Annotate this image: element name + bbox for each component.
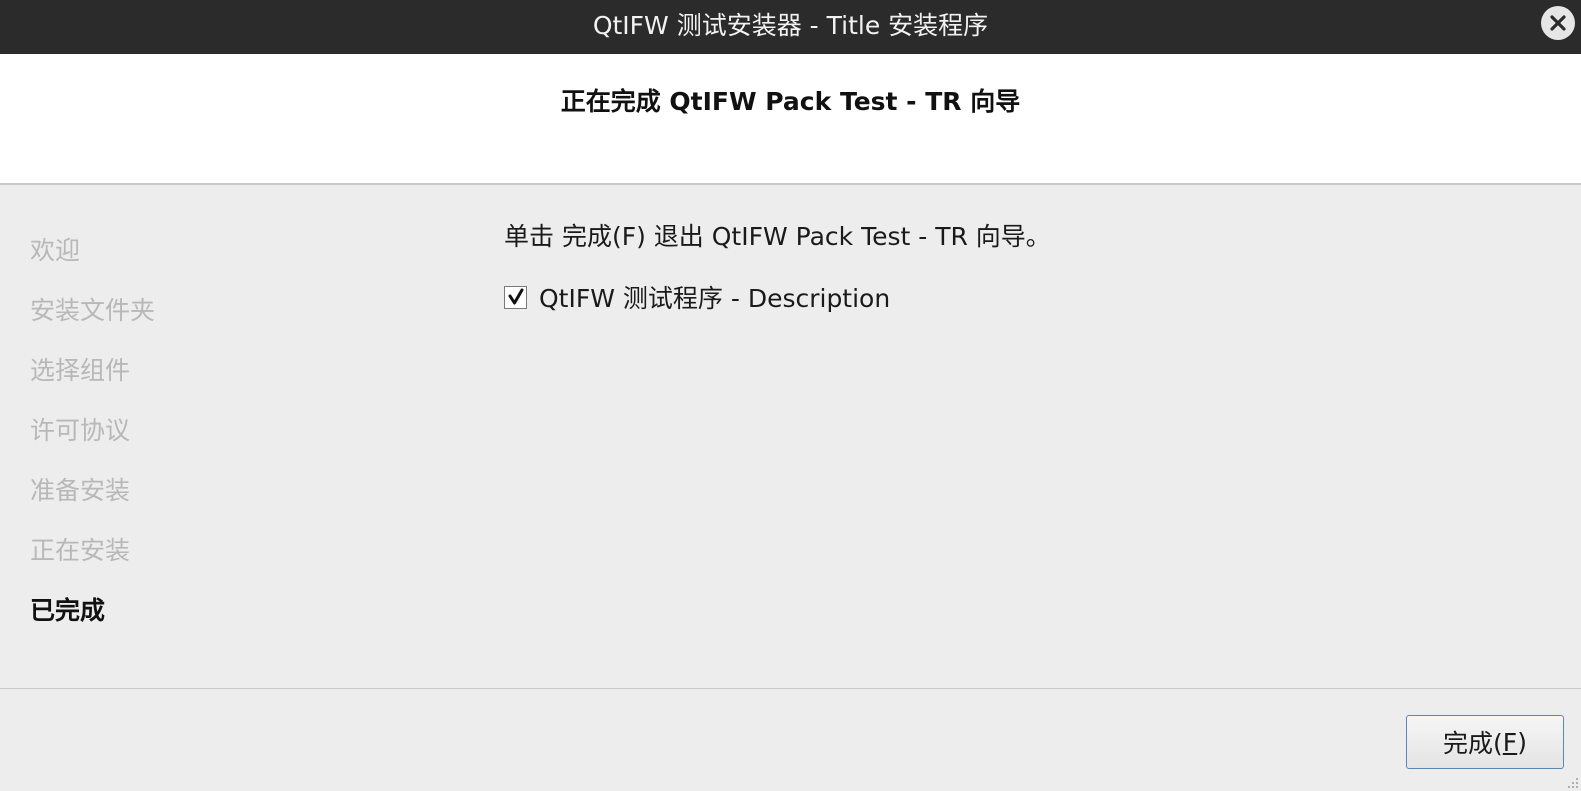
close-button[interactable] [1541,6,1575,40]
step-ready-to-install: 准备安装 [30,476,131,505]
run-program-checkbox[interactable] [504,285,527,309]
run-program-label: QtIFW 测试程序 - Description [539,284,891,313]
step-select-components: 选择组件 [30,356,131,385]
window-title: QtIFW 测试安装器 - Title 安装程序 [592,11,989,40]
installer-window: QtIFW 测试安装器 - Title 安装程序 正在完成 QtIFW Pack… [0,0,1581,791]
finish-button-label-start: 完成( [1443,729,1503,758]
resize-grip[interactable] [1563,773,1579,789]
page-title: 正在完成 QtIFW Pack Test - TR 向导 [560,87,1021,116]
close-icon [1550,15,1566,31]
title-bar[interactable]: QtIFW 测试安装器 - Title 安装程序 [0,0,1581,54]
finish-button-label-end: ) [1517,727,1527,757]
resize-grip-icon [1568,778,1578,788]
wizard-steps-sidebar: 欢迎 安装文件夹 选择组件 许可协议 准备安装 正在安装 已完成 [30,236,430,656]
wizard-content: 单击 完成(F) 退出 QtIFW Pack Test - TR 向导。 QtI… [504,222,1544,315]
finish-button-mnemonic: F [1502,727,1518,757]
wizard-header: 正在完成 QtIFW Pack Test - TR 向导 [0,54,1581,185]
checkmark-icon [508,288,523,305]
step-welcome: 欢迎 [30,236,81,265]
step-install-folder: 安装文件夹 [30,296,156,325]
finish-message: 单击 完成(F) 退出 QtIFW Pack Test - TR 向导。 [504,222,1051,251]
step-installing: 正在安装 [30,536,131,565]
step-license-agreement: 许可协议 [30,416,131,445]
footer-divider [0,688,1581,689]
finish-button[interactable]: 完成(F) [1406,715,1564,769]
run-program-option[interactable]: QtIFW 测试程序 - Description [504,279,1544,315]
step-finished: 已完成 [30,596,106,625]
